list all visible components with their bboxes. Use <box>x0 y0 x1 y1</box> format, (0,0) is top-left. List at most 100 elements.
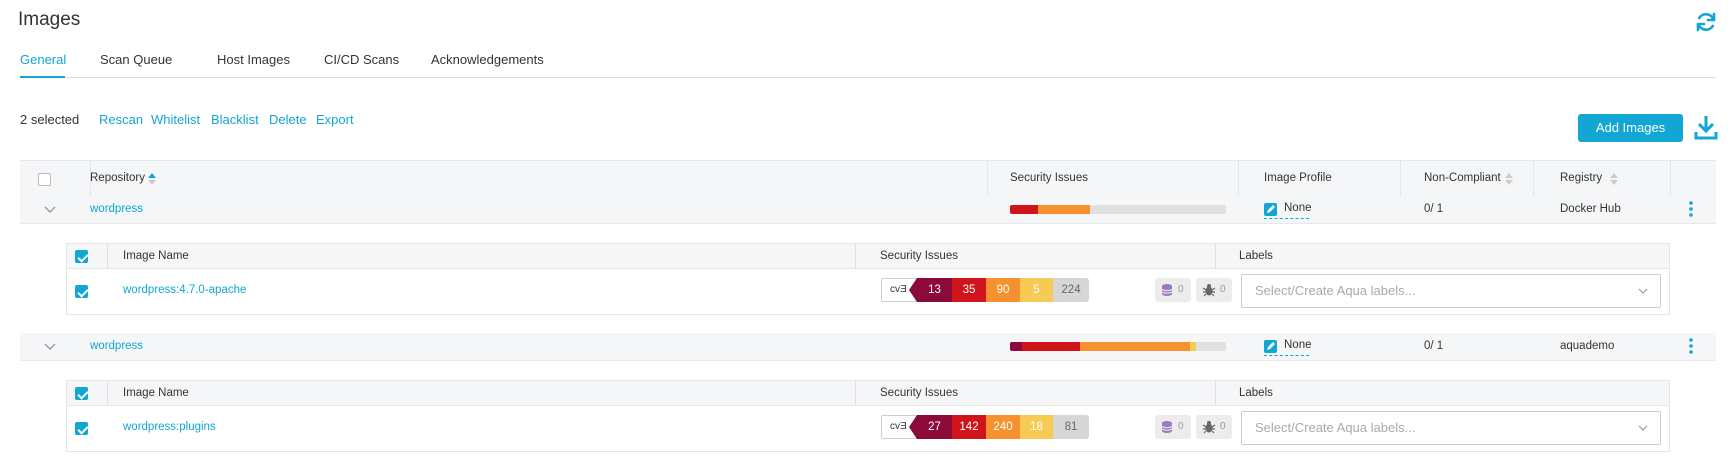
column-divider <box>1533 161 1534 197</box>
tab-acknowledgements[interactable]: Acknowledgements <box>431 52 544 67</box>
subtable-header: Image Name Security Issues Labels <box>67 381 1669 406</box>
sensitive-count: 0 <box>1220 284 1226 295</box>
labels-placeholder: Select/Create Aqua labels... <box>1255 283 1416 298</box>
chevron-down-icon[interactable] <box>44 340 56 352</box>
bar-segment-high <box>1010 205 1038 214</box>
column-divider <box>987 161 988 197</box>
sort-icon[interactable] <box>1505 173 1513 185</box>
malware-count: 0 <box>1178 421 1184 432</box>
image-profile-value[interactable]: None <box>1284 202 1312 214</box>
column-repository[interactable]: Repository <box>90 172 145 184</box>
labels-placeholder: Select/Create Aqua labels... <box>1255 420 1416 435</box>
table-header: Repository Security Issues Image Profile… <box>20 160 1716 197</box>
tab-divider <box>20 77 1716 78</box>
column-divider <box>107 244 108 269</box>
bar-segment-high <box>1022 342 1080 351</box>
medium-count[interactable]: 240 <box>986 415 1020 439</box>
select-all-checkbox[interactable] <box>38 173 51 186</box>
image-checkbox[interactable] <box>75 422 88 435</box>
profile-underline <box>1264 355 1309 356</box>
profile-underline <box>1264 218 1309 219</box>
low-count[interactable]: 18 <box>1020 415 1053 439</box>
repository-link[interactable]: wordpress <box>90 340 143 352</box>
select-images-checkbox[interactable] <box>75 387 88 400</box>
high-count[interactable]: 142 <box>952 415 986 439</box>
repository-link[interactable]: wordpress <box>90 203 143 215</box>
download-icon[interactable] <box>1694 114 1718 140</box>
column-divider <box>107 381 108 406</box>
selection-count: 2 selected <box>20 112 80 127</box>
bug-icon <box>1202 421 1216 434</box>
arrow-notch <box>909 278 917 302</box>
subtable-header: Image Name Security Issues Labels <box>67 244 1669 269</box>
image-name-link[interactable]: wordpress:4.7.0-apache <box>123 284 246 296</box>
image-checkbox[interactable] <box>75 285 88 298</box>
non-compliant-value: 0/ 1 <box>1424 203 1444 215</box>
critical-count[interactable]: 27 <box>917 415 952 439</box>
tab-scan-queue[interactable]: Scan Queue <box>100 52 172 67</box>
security-summary-bar <box>1010 342 1226 351</box>
labels-select[interactable]: Select/Create Aqua labels... <box>1241 274 1661 308</box>
tab-host-images[interactable]: Host Images <box>217 52 290 67</box>
malware-badge[interactable]: 0 <box>1155 278 1191 302</box>
whitelist-link[interactable]: Whitelist <box>151 112 200 127</box>
bar-segment-low <box>1190 342 1196 351</box>
database-icon <box>1161 284 1173 296</box>
database-icon <box>1161 421 1173 433</box>
malware-badge[interactable]: 0 <box>1155 415 1191 439</box>
column-security-issues: Security Issues <box>880 250 958 262</box>
chevron-down-icon <box>1638 288 1648 294</box>
critical-count[interactable]: 13 <box>917 278 952 302</box>
column-divider <box>1670 161 1671 197</box>
negligible-count[interactable]: 224 <box>1053 278 1089 302</box>
column-labels: Labels <box>1239 250 1273 262</box>
column-image-name: Image Name <box>123 250 189 262</box>
column-divider <box>1400 161 1401 197</box>
tab-general[interactable]: General <box>20 52 66 67</box>
sensitive-data-badge[interactable]: 0 <box>1196 415 1232 439</box>
delete-link[interactable]: Delete <box>269 112 307 127</box>
high-count[interactable]: 35 <box>952 278 986 302</box>
edit-profile-icon[interactable] <box>1264 203 1277 216</box>
sensitive-count: 0 <box>1220 421 1226 432</box>
tab-cicd-scans[interactable]: CI/CD Scans <box>324 52 399 67</box>
column-security-issues: Security Issues <box>1010 172 1088 184</box>
sensitive-data-badge[interactable]: 0 <box>1196 278 1232 302</box>
rescan-link[interactable]: Rescan <box>99 112 143 127</box>
select-images-checkbox[interactable] <box>75 250 88 263</box>
image-subtable: Image Name Security Issues Labels wordpr… <box>66 243 1670 315</box>
more-options-icon[interactable] <box>1689 338 1693 354</box>
column-divider <box>855 244 856 269</box>
bar-segment-critical <box>1010 342 1022 351</box>
bug-icon <box>1202 284 1216 297</box>
image-name-link[interactable]: wordpress:plugins <box>123 421 216 433</box>
chevron-down-icon[interactable] <box>44 203 56 215</box>
column-labels: Labels <box>1239 387 1273 399</box>
add-images-button[interactable]: Add Images <box>1578 114 1683 142</box>
labels-select[interactable]: Select/Create Aqua labels... <box>1241 411 1661 445</box>
edit-profile-icon[interactable] <box>1264 340 1277 353</box>
sort-asc-icon[interactable] <box>148 173 156 185</box>
column-registry[interactable]: Registry <box>1560 172 1602 184</box>
image-profile-value[interactable]: None <box>1284 339 1312 351</box>
column-image-name: Image Name <box>123 387 189 399</box>
repository-row[interactable]: wordpress None 0/ 1 Docker Hub <box>20 196 1716 224</box>
column-divider <box>1238 161 1239 197</box>
arrow-notch <box>909 415 917 439</box>
export-link[interactable]: Export <box>316 112 354 127</box>
refresh-icon[interactable] <box>1694 10 1718 34</box>
negligible-count[interactable]: 81 <box>1053 415 1089 439</box>
column-divider <box>855 381 856 406</box>
registry-value: Docker Hub <box>1560 203 1621 215</box>
blacklist-link[interactable]: Blacklist <box>211 112 259 127</box>
column-divider <box>1215 381 1216 406</box>
more-options-icon[interactable] <box>1689 201 1693 217</box>
bar-segment-medium <box>1080 342 1190 351</box>
image-subtable: Image Name Security Issues Labels wordpr… <box>66 380 1670 452</box>
repository-row[interactable]: wordpress None 0/ 1 aquademo <box>20 333 1716 361</box>
low-count[interactable]: 5 <box>1020 278 1053 302</box>
sort-icon[interactable] <box>1610 173 1618 185</box>
column-non-compliant[interactable]: Non-Compliant <box>1424 172 1501 184</box>
medium-count[interactable]: 90 <box>986 278 1020 302</box>
active-tab-indicator <box>20 76 65 78</box>
